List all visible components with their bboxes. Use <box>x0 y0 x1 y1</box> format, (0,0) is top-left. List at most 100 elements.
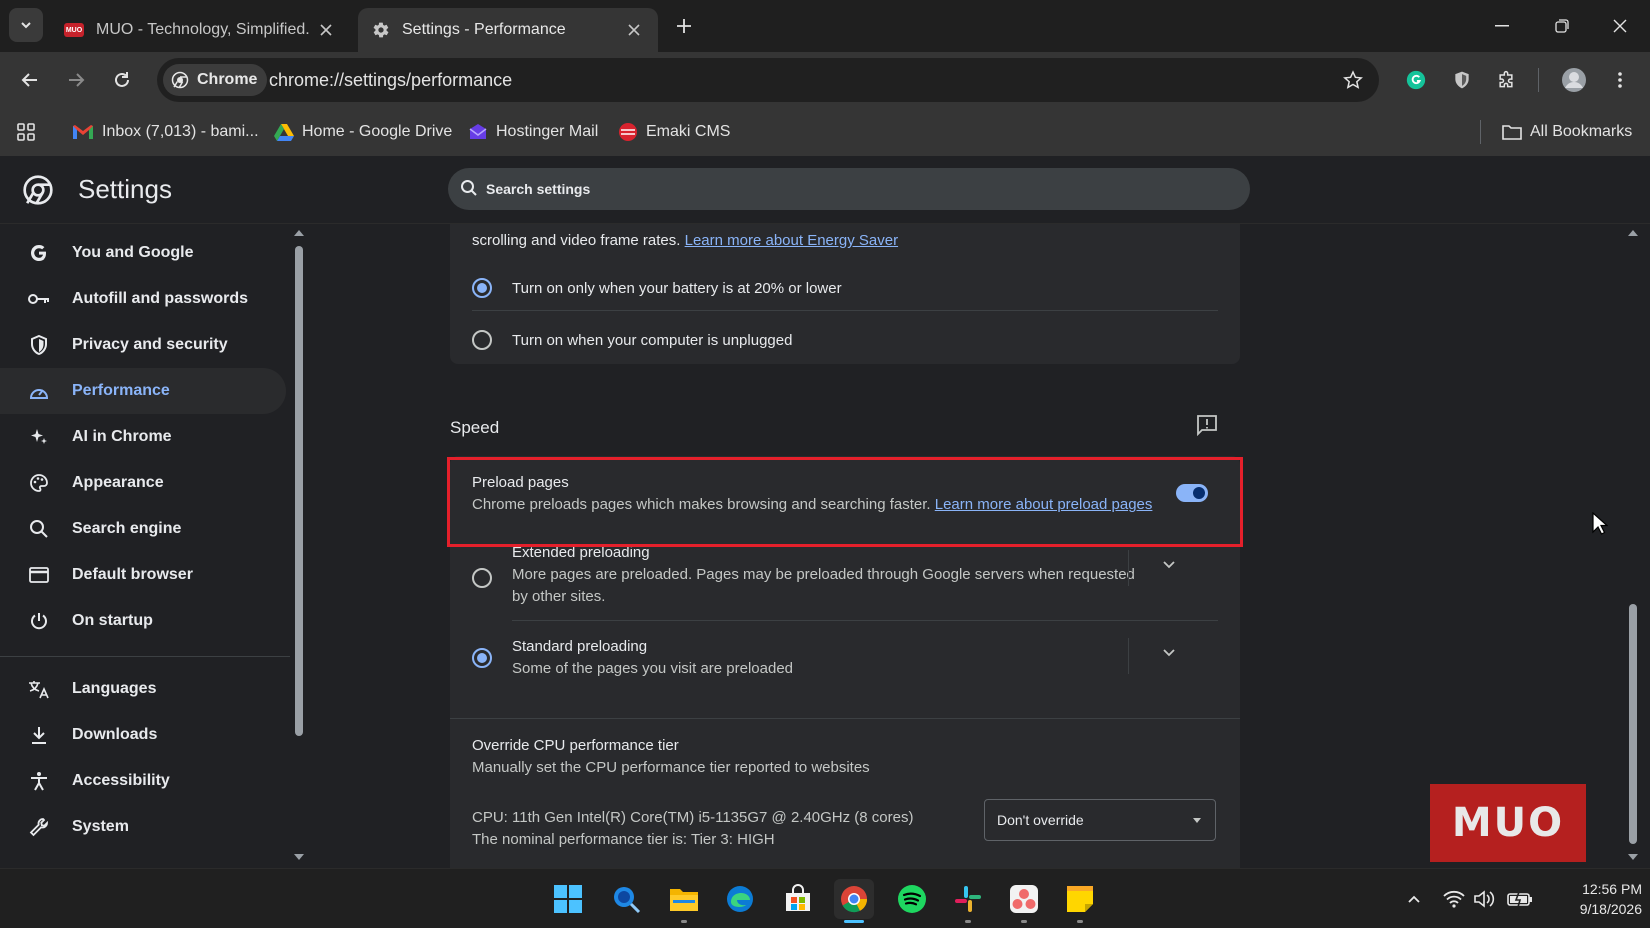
settings-main-content: scrolling and video frame rates. Learn m… <box>310 224 1650 868</box>
sidebar-item-default-browser[interactable]: Default browser <box>0 552 286 598</box>
taskbar-chrome[interactable] <box>834 879 874 923</box>
asana-icon <box>1009 884 1039 914</box>
cpu-info: CPU: 11th Gen Intel(R) Core(TM) i5-1135G… <box>472 809 914 826</box>
taskbar-indicator <box>965 920 971 923</box>
palette-icon <box>26 470 52 496</box>
taskbar-clock[interactable]: 12:56 PM 9/18/2026 <box>1550 879 1642 919</box>
profile-button[interactable] <box>1556 62 1592 98</box>
google-drive-icon <box>274 123 294 141</box>
start-button[interactable] <box>548 879 588 919</box>
search-input[interactable] <box>486 168 1226 210</box>
chevron-up-icon <box>1407 894 1421 904</box>
taskbar-file-explorer[interactable] <box>664 879 704 923</box>
bookmark-gmail[interactable]: Inbox (7,013) - bami... <box>72 118 259 146</box>
sidebar-item-system[interactable]: System <box>0 804 286 850</box>
address-bar[interactable]: Chrome chrome://settings/performance <box>157 58 1379 102</box>
taskbar-edge[interactable] <box>720 879 760 919</box>
feedback-button[interactable] <box>1196 414 1218 436</box>
file-explorer-icon <box>669 886 699 912</box>
bookmarks-bar: Inbox (7,013) - bami... Home - Google Dr… <box>0 108 1650 156</box>
cpu-tier-select[interactable]: Don't override <box>984 799 1216 841</box>
search-icon <box>460 179 478 197</box>
bookmark-hostinger-mail[interactable]: Hostinger Mail <box>468 118 598 146</box>
expand-extended-button[interactable] <box>1162 560 1176 570</box>
bookmark-label: Home - Google Drive <box>302 123 453 140</box>
back-button[interactable] <box>12 62 48 98</box>
extensions-button[interactable] <box>1488 62 1524 98</box>
chrome-icon <box>839 884 869 914</box>
taskbar-sticky-notes[interactable] <box>1060 879 1100 923</box>
reload-button[interactable] <box>104 62 140 98</box>
settings-search-box[interactable] <box>448 168 1250 210</box>
sidebar-item-autofill[interactable]: Autofill and passwords <box>0 276 286 322</box>
divider <box>472 310 1218 311</box>
sidebar-item-you-and-google[interactable]: You and Google <box>0 230 286 276</box>
bookmark-star-button[interactable] <box>1343 70 1363 90</box>
apps-button[interactable] <box>16 118 36 146</box>
mouse-cursor-icon <box>1592 512 1608 536</box>
learn-more-energy-saver-link[interactable]: Learn more about Energy Saver <box>685 232 898 249</box>
close-window-button[interactable] <box>1606 14 1634 38</box>
close-icon[interactable] <box>624 20 644 40</box>
expand-standard-button[interactable] <box>1162 648 1176 658</box>
tab-title: Settings - Performance <box>402 21 566 38</box>
all-bookmarks-label: All Bookmarks <box>1530 123 1633 140</box>
sidebar-item-ai-in-chrome[interactable]: AI in Chrome <box>0 414 286 460</box>
sidebar-item-label: Appearance <box>72 474 164 491</box>
radio-standard-preloading[interactable] <box>472 648 492 668</box>
radio-battery-20[interactable] <box>472 278 492 298</box>
url-text[interactable]: chrome://settings/performance <box>269 70 512 91</box>
forward-button[interactable] <box>58 62 94 98</box>
taskbar-indicator <box>1077 920 1083 923</box>
sidebar-scrollbar[interactable] <box>292 224 306 868</box>
site-chip-label: Chrome <box>197 71 258 88</box>
taskbar-slack[interactable] <box>948 879 988 923</box>
tab-settings-performance[interactable]: Settings - Performance <box>358 8 658 52</box>
main-scrollbar[interactable] <box>1626 224 1640 868</box>
windows-taskbar: 12:56 PM 9/18/2026 <box>0 868 1650 928</box>
close-icon[interactable] <box>316 20 336 40</box>
tab-muo[interactable]: MUO MUO - Technology, Simplified. <box>50 8 350 52</box>
taskbar-microsoft-store[interactable] <box>778 879 818 919</box>
volume-button[interactable] <box>1472 887 1496 911</box>
cpu-override-description: Manually set the CPU performance tier re… <box>472 759 870 776</box>
grammarly-icon <box>1405 69 1427 91</box>
sidebar-item-on-startup[interactable]: On startup <box>0 598 286 644</box>
sidebar-item-downloads[interactable]: Downloads <box>0 712 286 758</box>
bookmarks-divider <box>1480 120 1481 144</box>
close-icon <box>1613 19 1627 33</box>
sidebar-item-search-engine[interactable]: Search engine <box>0 506 286 552</box>
minimize-button[interactable] <box>1488 14 1516 38</box>
translate-icon <box>26 676 52 702</box>
network-button[interactable] <box>1442 887 1466 911</box>
radio-unplugged[interactable] <box>472 330 492 350</box>
sidebar-item-accessibility[interactable]: Accessibility <box>0 758 286 804</box>
divider <box>512 620 1218 621</box>
grammarly-extension-button[interactable] <box>1398 62 1434 98</box>
tab-search-button[interactable] <box>9 8 43 42</box>
bitwarden-extension-button[interactable] <box>1444 62 1480 98</box>
chevron-down-icon <box>1162 560 1176 570</box>
highlight-box <box>447 457 1243 547</box>
sidebar-item-privacy[interactable]: Privacy and security <box>0 322 286 368</box>
show-hidden-icons-button[interactable] <box>1402 887 1426 911</box>
cpu-override-card: Override CPU performance tier Manually s… <box>450 718 1240 868</box>
site-info-chip[interactable]: Chrome <box>163 64 268 96</box>
sidebar-item-performance[interactable]: Performance <box>0 368 286 414</box>
taskbar-search-button[interactable] <box>606 879 646 919</box>
slack-icon <box>953 884 983 914</box>
taskbar-asana[interactable] <box>1004 879 1044 923</box>
chrome-menu-button[interactable] <box>1602 62 1638 98</box>
sidebar-item-appearance[interactable]: Appearance <box>0 460 286 506</box>
battery-button[interactable] <box>1506 887 1534 911</box>
bookmark-emaki-cms[interactable]: Emaki CMS <box>618 118 730 146</box>
radio-extended-preloading[interactable] <box>472 568 492 588</box>
sidebar-item-languages[interactable]: Languages <box>0 666 286 712</box>
taskbar-spotify[interactable] <box>892 879 932 919</box>
new-tab-button[interactable] <box>672 14 696 38</box>
sidebar-item-label: AI in Chrome <box>72 428 172 445</box>
all-bookmarks-button[interactable]: All Bookmarks <box>1502 118 1632 146</box>
bookmark-google-drive[interactable]: Home - Google Drive <box>274 118 452 146</box>
restore-button[interactable] <box>1548 14 1576 38</box>
search-icon <box>26 516 52 542</box>
